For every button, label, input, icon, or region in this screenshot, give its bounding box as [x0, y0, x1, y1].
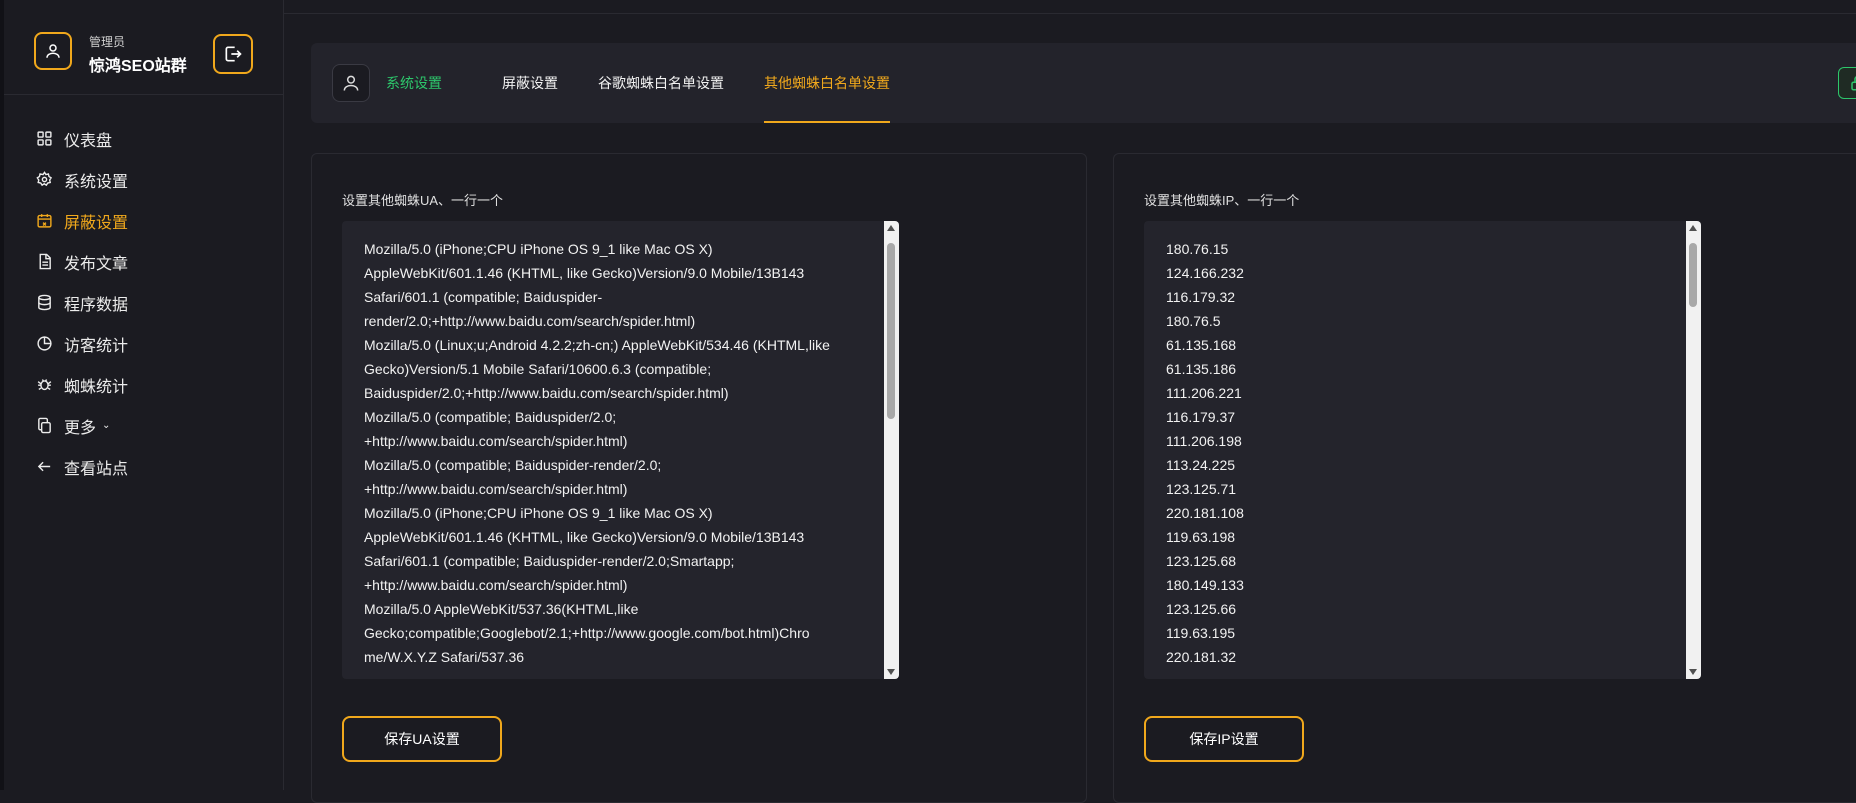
tab-other-spider-whitelist[interactable]: 其他蜘蛛白名单设置	[764, 43, 890, 123]
ua-textarea[interactable]: Mozilla/5.0 (iPhone;CPU iPhone OS 9_1 li…	[342, 221, 899, 679]
user-name: 惊鸿SEO站群	[89, 58, 187, 75]
ip-textarea[interactable]: 180.76.15 124.166.232 116.179.32 180.76.…	[1144, 221, 1701, 679]
tab-google-spider-whitelist[interactable]: 谷歌蜘蛛白名单设置	[598, 43, 724, 123]
sidebar-item-more[interactable]: 更多 ⌄	[4, 405, 283, 446]
settings-tabs-bar: 系统设置 屏蔽设置 谷歌蜘蛛白名单设置 其他蜘蛛白名单设置	[311, 43, 1856, 123]
scroll-down-icon[interactable]	[1689, 669, 1697, 675]
ua-label: 设置其他蜘蛛UA、一行一个	[342, 193, 504, 208]
chevron-down-icon: ⌄	[102, 420, 111, 431]
top-bar	[284, 0, 1856, 14]
sidebar-item-label: 访客统计	[64, 337, 129, 355]
sidebar: 管理员 惊鸿SEO站群 仪表盘 系统设置 屏蔽设置 发布文章 程序数据 访客统计…	[4, 0, 284, 790]
lock-button[interactable]	[1838, 67, 1856, 99]
sidebar-item-dashboard[interactable]: 仪表盘	[4, 118, 283, 159]
logout-icon	[225, 46, 242, 62]
ip-label: 设置其他蜘蛛IP、一行一个	[1144, 193, 1300, 208]
user-icon	[46, 44, 60, 58]
sidebar-item-label: 蜘蛛统计	[64, 378, 129, 396]
sidebar-item-label: 程序数据	[64, 296, 129, 314]
sidebar-item-system-settings[interactable]: 系统设置	[4, 159, 283, 200]
ip-textarea-content: 180.76.15 124.166.232 116.179.32 180.76.…	[1166, 241, 1244, 665]
arrow-left-icon	[35, 458, 53, 476]
sidebar-item-label: 更多	[64, 419, 97, 437]
ip-scrollbar[interactable]	[1686, 221, 1701, 679]
sidebar-item-spider-stats[interactable]: 蜘蛛统计	[4, 364, 283, 405]
pie-chart-icon	[35, 335, 53, 353]
scroll-up-icon[interactable]	[1689, 225, 1697, 231]
ua-textarea-content: Mozilla/5.0 (iPhone;CPU iPhone OS 9_1 li…	[364, 241, 830, 665]
sidebar-item-label: 查看站点	[64, 460, 129, 478]
sidebar-item-publish-article[interactable]: 发布文章	[4, 241, 283, 282]
sidebar-item-label: 仪表盘	[64, 132, 113, 150]
user-avatar-button[interactable]	[34, 32, 72, 70]
sidebar-item-label: 屏蔽设置	[64, 214, 129, 232]
sidebar-item-view-site[interactable]: 查看站点	[4, 446, 283, 487]
ip-settings-panel: 设置其他蜘蛛IP、一行一个 180.76.15 124.166.232 116.…	[1113, 153, 1856, 803]
sidebar-item-program-data[interactable]: 程序数据	[4, 282, 283, 323]
calendar-block-icon	[35, 212, 53, 230]
profile-button[interactable]	[332, 64, 370, 102]
sidebar-item-label: 发布文章	[64, 255, 129, 273]
user-icon	[343, 75, 359, 91]
save-ip-button[interactable]: 保存IP设置	[1144, 716, 1304, 762]
user-profile: 管理员 惊鸿SEO站群	[4, 0, 283, 95]
document-icon	[35, 253, 53, 271]
database-icon	[35, 294, 53, 312]
ip-scroll-thumb[interactable]	[1689, 243, 1697, 307]
tab-system-settings[interactable]: 系统设置	[386, 43, 442, 123]
dashboard-icon	[35, 130, 53, 148]
logout-button[interactable]	[213, 34, 253, 74]
save-ua-button[interactable]: 保存UA设置	[342, 716, 502, 762]
ua-scroll-thumb[interactable]	[887, 243, 895, 419]
sidebar-item-label: 系统设置	[64, 173, 129, 191]
copy-icon	[35, 417, 53, 435]
unlock-icon	[1851, 76, 1856, 91]
tab-block-settings[interactable]: 屏蔽设置	[502, 43, 558, 123]
scroll-down-icon[interactable]	[887, 669, 895, 675]
scroll-up-icon[interactable]	[887, 225, 895, 231]
gear-icon	[35, 171, 53, 189]
sidebar-nav: 仪表盘 系统设置 屏蔽设置 发布文章 程序数据 访客统计 蜘蛛统计 更多 ⌄ 查…	[4, 118, 283, 487]
sidebar-item-block-settings[interactable]: 屏蔽设置	[4, 200, 283, 241]
sidebar-item-visitor-stats[interactable]: 访客统计	[4, 323, 283, 364]
user-role: 管理员	[89, 35, 126, 49]
bug-icon	[35, 376, 53, 394]
ua-settings-panel: 设置其他蜘蛛UA、一行一个 Mozilla/5.0 (iPhone;CPU iP…	[311, 153, 1087, 803]
ua-scrollbar[interactable]	[884, 221, 899, 679]
